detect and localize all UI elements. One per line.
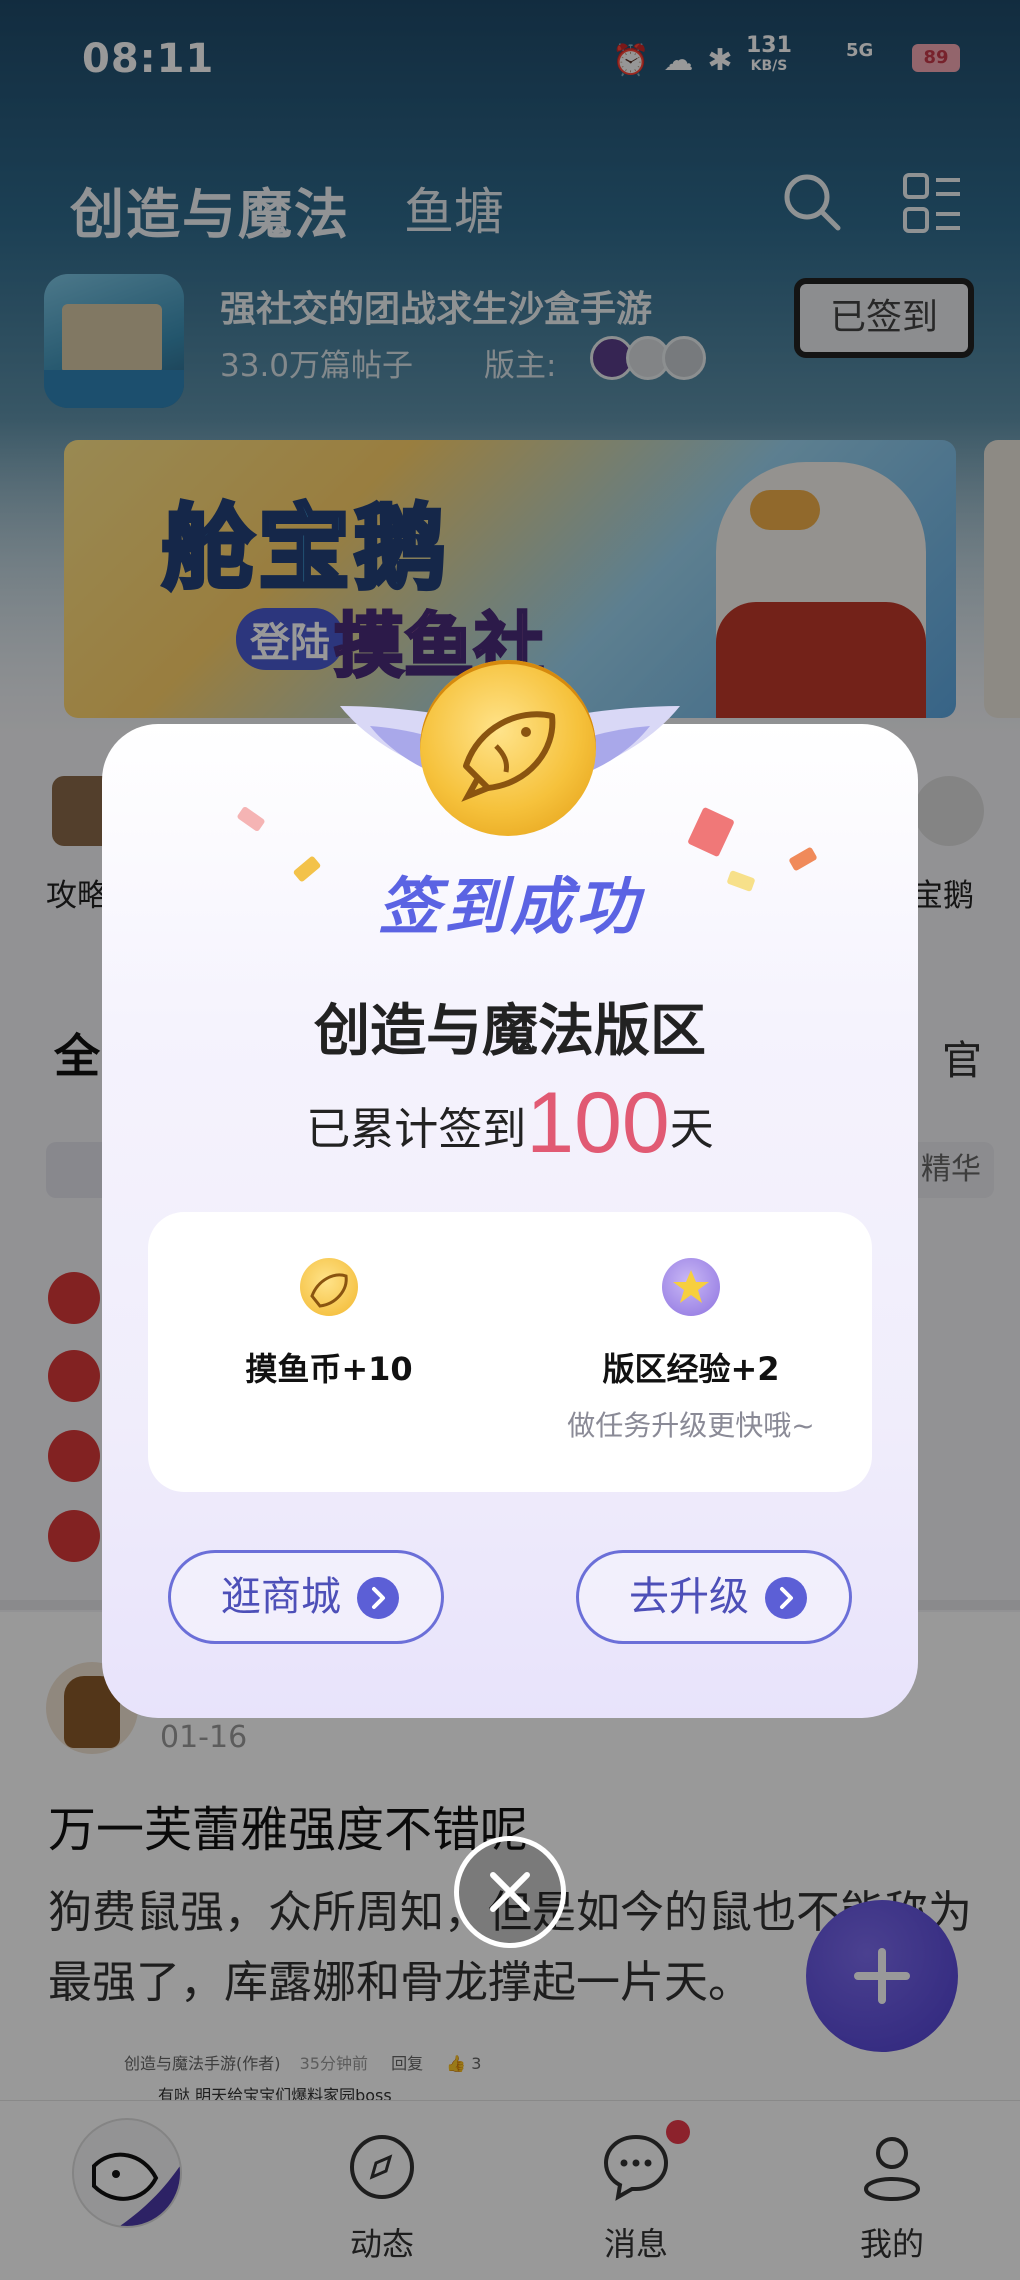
dialog-forum-name: 创造与魔法版区 bbox=[314, 999, 706, 1064]
shop-button[interactable]: 逛商城 bbox=[168, 1550, 444, 1644]
close-icon bbox=[490, 1872, 530, 1912]
checkin-streak: 已累计签到100天 bbox=[102, 1074, 918, 1173]
chevron-right-icon bbox=[357, 1577, 399, 1619]
reward-label: 版区经验+2 bbox=[602, 1350, 780, 1388]
dialog-title: 签到成功 bbox=[377, 870, 642, 943]
fish-icon bbox=[461, 711, 556, 802]
app-screen: 08:11 ⏰ ☁ ✱ 131 KB/S 5G 89 创造与魔法 鱼塘 强社交的… bbox=[0, 0, 1020, 2280]
streak-prefix: 已累计签到 bbox=[306, 1104, 527, 1155]
star-badge-icon bbox=[662, 1258, 720, 1316]
rewards-panel: 摸鱼币+10 版区经验+2 做任务升级更快哦~ bbox=[148, 1212, 872, 1492]
close-dialog-button[interactable] bbox=[454, 1836, 566, 1948]
upgrade-button-label: 去升级 bbox=[629, 1574, 749, 1620]
reward-coins: 摸鱼币+10 bbox=[148, 1212, 510, 1492]
reward-hint: 做任务升级更快哦~ bbox=[567, 1409, 815, 1442]
reward-experience: 版区经验+2 做任务升级更快哦~ bbox=[510, 1212, 872, 1492]
shop-button-label: 逛商城 bbox=[221, 1574, 341, 1620]
fish-coin-icon bbox=[420, 660, 596, 836]
upgrade-button[interactable]: 去升级 bbox=[576, 1550, 852, 1644]
chevron-right-icon bbox=[765, 1577, 807, 1619]
streak-days: 100 bbox=[526, 1075, 670, 1171]
reward-label: 摸鱼币+10 bbox=[245, 1350, 413, 1388]
streak-suffix: 天 bbox=[669, 1104, 714, 1155]
fish-coin-icon bbox=[300, 1258, 358, 1316]
